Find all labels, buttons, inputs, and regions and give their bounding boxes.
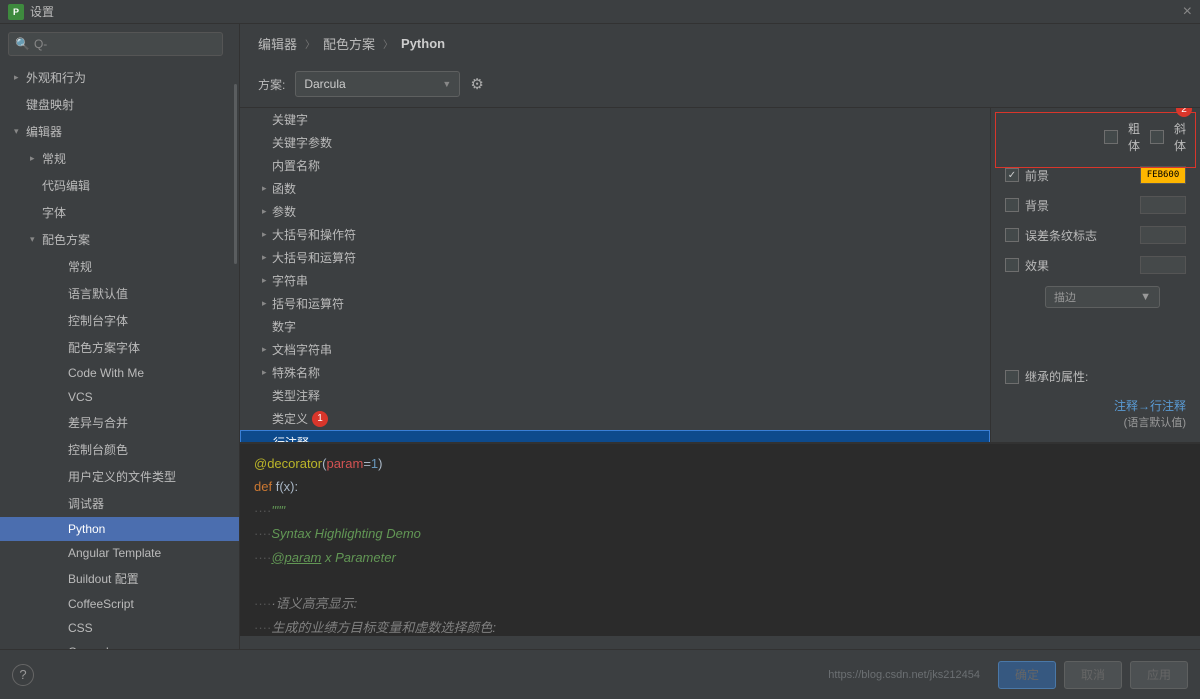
chevron-right-icon: 〉	[305, 36, 315, 51]
attribute-item[interactable]: 字符串	[240, 269, 990, 292]
sidebar-item[interactable]: 字体	[0, 199, 239, 226]
app-icon: P	[8, 4, 24, 20]
sidebar-item[interactable]: Python	[0, 517, 239, 541]
sidebar-item[interactable]: 编辑器	[0, 118, 239, 145]
annotation-badge-1: 1	[312, 411, 328, 427]
effects-checkbox[interactable]	[1005, 258, 1019, 272]
attribute-item[interactable]: 行注释	[240, 430, 990, 442]
effects-swatch[interactable]	[1140, 256, 1186, 274]
window-title: 设置	[30, 3, 54, 20]
chevron-down-icon: ▼	[1140, 291, 1151, 303]
attribute-item[interactable]: 特殊名称	[240, 361, 990, 384]
attribute-item[interactable]: 关键字	[240, 108, 990, 131]
ok-button[interactable]: 确定	[998, 661, 1056, 689]
sidebar-item[interactable]: 配色方案	[0, 226, 239, 253]
code-preview: @decorator(param=1) def f(x): ····""" ··…	[240, 443, 1200, 636]
attribute-list[interactable]: 关键字关键字参数内置名称函数参数大括号和操作符大括号和运算符字符串括号和运算符数…	[240, 108, 990, 442]
sidebar-item[interactable]: CSS	[0, 616, 239, 640]
attribute-item[interactable]: 大括号和操作符	[240, 223, 990, 246]
attribute-item[interactable]: 文档字符串	[240, 338, 990, 361]
inherit-link[interactable]: 注释→行注释	[1114, 399, 1186, 413]
settings-tree[interactable]: 外观和行为键盘映射编辑器常规代码编辑字体配色方案常规语言默认值控制台字体配色方案…	[0, 64, 239, 649]
foreground-checkbox[interactable]	[1005, 168, 1019, 182]
attribute-item[interactable]: 参数	[240, 200, 990, 223]
chevron-down-icon: ▼	[442, 79, 451, 89]
error-stripe-checkbox[interactable]	[1005, 228, 1019, 242]
attribute-item[interactable]: 类型注释	[240, 384, 990, 407]
annotation-badge-2: 2	[1176, 108, 1192, 117]
sidebar-item[interactable]: 外观和行为	[0, 64, 239, 91]
sidebar-item[interactable]: 控制台颜色	[0, 436, 239, 463]
sidebar-item[interactable]: 常规	[0, 253, 239, 280]
sidebar-item[interactable]: 键盘映射	[0, 91, 239, 118]
sidebar-item[interactable]: Angular Template	[0, 541, 239, 565]
sidebar-item[interactable]: Buildout 配置	[0, 565, 239, 592]
search-icon: 🔍	[15, 37, 30, 51]
sidebar-item[interactable]: Cucumber	[0, 640, 239, 649]
sidebar-item[interactable]: 代码编辑	[0, 172, 239, 199]
error-stripe-swatch[interactable]	[1140, 226, 1186, 244]
attribute-item[interactable]: 括号和运算符	[240, 292, 990, 315]
foreground-swatch[interactable]: FEB600	[1140, 166, 1186, 184]
options-panel: 2 粗体 斜体 前景 FEB600 背景	[990, 108, 1200, 442]
apply-button[interactable]: 应用	[1130, 661, 1188, 689]
cancel-button[interactable]: 取消	[1064, 661, 1122, 689]
scrollbar[interactable]	[234, 84, 237, 264]
background-swatch[interactable]	[1140, 196, 1186, 214]
scheme-label: 方案:	[258, 76, 285, 93]
search-input[interactable]: 🔍 Q-	[8, 32, 223, 56]
attribute-item[interactable]: 类定义1	[240, 407, 990, 430]
attribute-item[interactable]: 内置名称	[240, 154, 990, 177]
sidebar-item[interactable]: 语言默认值	[0, 280, 239, 307]
effect-type-select[interactable]: 描边 ▼	[1045, 286, 1160, 308]
background-checkbox[interactable]	[1005, 198, 1019, 212]
sidebar-item[interactable]: Code With Me	[0, 361, 239, 385]
sidebar-item[interactable]: VCS	[0, 385, 239, 409]
sidebar-item[interactable]: 差异与合并	[0, 409, 239, 436]
gear-icon[interactable]: ⚙	[470, 75, 483, 93]
attribute-item[interactable]: 数字	[240, 315, 990, 338]
attribute-item[interactable]: 函数	[240, 177, 990, 200]
attribute-item[interactable]: 关键字参数	[240, 131, 990, 154]
settings-sidebar: 🔍 Q- 外观和行为键盘映射编辑器常规代码编辑字体配色方案常规语言默认值控制台字…	[0, 24, 240, 649]
watermark: https://blog.csdn.net/jks212454	[828, 669, 980, 681]
inherit-checkbox[interactable]	[1005, 370, 1019, 384]
sidebar-item[interactable]: 调试器	[0, 490, 239, 517]
breadcrumb: 编辑器 〉 配色方案 〉 Python	[240, 24, 1200, 63]
italic-checkbox[interactable]	[1150, 130, 1164, 144]
help-button[interactable]: ?	[12, 664, 34, 686]
sidebar-item[interactable]: 用户定义的文件类型	[0, 463, 239, 490]
sidebar-item[interactable]: 配色方案字体	[0, 334, 239, 361]
scheme-select[interactable]: Darcula ▼	[295, 71, 460, 97]
bold-checkbox[interactable]	[1104, 130, 1118, 144]
attribute-item[interactable]: 大括号和运算符	[240, 246, 990, 269]
chevron-right-icon: 〉	[383, 36, 393, 51]
sidebar-item[interactable]: 控制台字体	[0, 307, 239, 334]
close-icon[interactable]: ×	[1183, 3, 1192, 21]
sidebar-item[interactable]: 常规	[0, 145, 239, 172]
sidebar-item[interactable]: CoffeeScript	[0, 592, 239, 616]
